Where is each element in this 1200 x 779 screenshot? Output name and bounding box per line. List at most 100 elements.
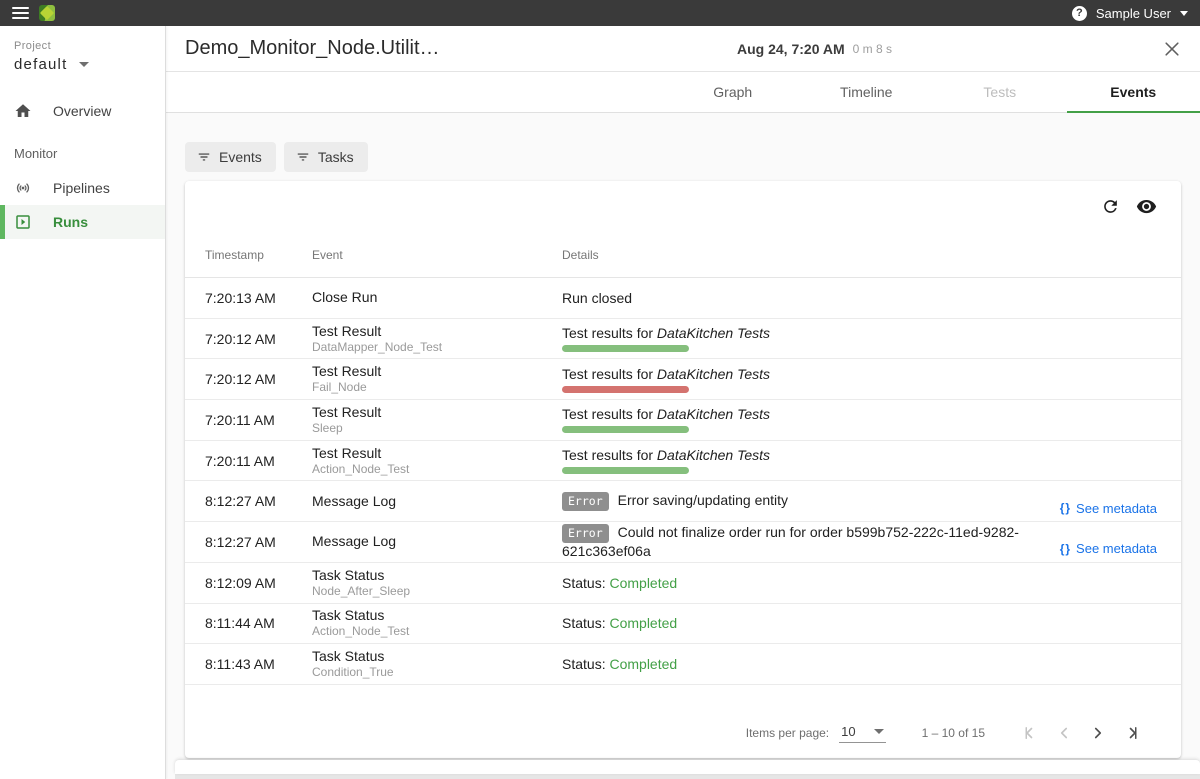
event-subname: DataMapper_Node_Test — [312, 340, 562, 354]
user-menu-caret-icon[interactable] — [1180, 11, 1188, 16]
help-icon[interactable]: ? — [1072, 6, 1087, 21]
test-suite-name: DataKitchen Tests — [657, 325, 770, 341]
cell-details: Test results for DataKitchen Tests — [562, 366, 1041, 393]
event-name: Message Log — [312, 494, 562, 509]
table-row: 7:20:11 AMTest ResultSleepTest results f… — [185, 400, 1181, 441]
filter-chip-label: Tasks — [318, 149, 354, 165]
broadcast-icon — [14, 179, 32, 197]
filter-chip-tasks[interactable]: Tasks — [284, 142, 368, 172]
see-metadata-link[interactable]: {}See metadata — [1060, 541, 1157, 556]
cell-event: Message Log — [312, 534, 562, 549]
visibility-eye-icon[interactable] — [1133, 193, 1159, 219]
sidebar-item-label: Pipelines — [53, 180, 110, 196]
test-suite-name: DataKitchen Tests — [657, 406, 770, 422]
cell-details: Status: Completed — [562, 615, 1041, 631]
event-name: Test Result — [312, 446, 562, 461]
sidebar-item-pipelines[interactable]: Pipelines — [0, 171, 165, 205]
details-text: Error saving/updating entity — [618, 492, 788, 508]
cell-details: Status: Completed — [562, 656, 1041, 672]
project-selector[interactable]: default — [14, 56, 151, 73]
tabbar: Graph Timeline Tests Events — [166, 72, 1200, 113]
items-per-page-value: 10 — [841, 724, 855, 739]
cell-event: Close Run — [312, 290, 562, 305]
tab-timeline[interactable]: Timeline — [800, 72, 934, 112]
event-name: Test Result — [312, 324, 562, 339]
project-caret-icon — [79, 62, 89, 67]
column-header-details: Details — [562, 248, 1041, 262]
test-result-text: Test results for DataKitchen Tests — [562, 447, 1041, 463]
cell-event: Test ResultSleep — [312, 405, 562, 435]
next-page-icon[interactable] — [1081, 716, 1115, 750]
refresh-icon[interactable] — [1097, 193, 1123, 219]
event-name: Test Result — [312, 364, 562, 379]
table-row: 8:12:27 AMMessage LogErrorCould not fina… — [185, 522, 1181, 563]
run-title: Demo_Monitor_Node.Utilit… — [185, 37, 440, 60]
table-header-row: Timestamp Event Details — [185, 233, 1181, 278]
items-per-page-select[interactable]: 10 — [839, 724, 885, 743]
cell-details: ErrorCould not finalize order run for or… — [562, 524, 1041, 559]
app-logo-icon[interactable] — [39, 5, 55, 21]
table-body: 7:20:13 AMClose RunRun closed7:20:12 AMT… — [185, 278, 1181, 685]
sidebar-section-monitor: Monitor — [14, 146, 165, 161]
event-subname: Action_Node_Test — [312, 624, 562, 638]
sidebar-item-label: Overview — [53, 103, 111, 119]
event-subname: Sleep — [312, 421, 562, 435]
cell-event: Test ResultFail_Node — [312, 364, 562, 394]
run-header: Demo_Monitor_Node.Utilit… Aug 24, 7:20 A… — [166, 26, 1200, 72]
table-row: 8:11:44 AMTask StatusAction_Node_TestSta… — [185, 604, 1181, 645]
home-icon — [14, 102, 32, 120]
sidebar-item-runs[interactable]: Runs — [0, 205, 165, 239]
cell-event: Message Log — [312, 494, 562, 509]
content-backdrop — [175, 774, 1200, 779]
column-header-timestamp: Timestamp — [205, 248, 312, 262]
status-label: Status: — [562, 656, 609, 672]
error-badge: Error — [562, 492, 609, 511]
table-row: 8:11:43 AMTask StatusCondition_TrueStatu… — [185, 644, 1181, 685]
sidebar: Project default Overview Monitor Pipelin… — [0, 26, 166, 779]
last-page-icon[interactable] — [1115, 716, 1149, 750]
user-menu-label[interactable]: Sample User — [1096, 6, 1171, 21]
cell-details: Test results for DataKitchen Tests — [562, 325, 1041, 352]
tab-events[interactable]: Events — [1067, 72, 1200, 112]
details-text: Could not finalize order run for order b… — [562, 525, 1019, 560]
test-suite-name: DataKitchen Tests — [657, 366, 770, 382]
see-metadata-label: See metadata — [1076, 501, 1157, 516]
event-name: Task Status — [312, 608, 562, 623]
cell-event: Test ResultAction_Node_Test — [312, 446, 562, 476]
event-name: Task Status — [312, 649, 562, 664]
column-header-event: Event — [312, 248, 562, 262]
close-icon[interactable] — [1162, 39, 1182, 59]
sidebar-item-overview[interactable]: Overview — [0, 94, 165, 128]
test-result-bar — [562, 386, 689, 393]
see-metadata-link[interactable]: {}See metadata — [1060, 501, 1157, 516]
sidebar-item-label: Runs — [53, 214, 88, 230]
status-label: Status: — [562, 615, 609, 631]
cell-timestamp: 7:20:12 AM — [205, 331, 312, 347]
test-result-text: Test results for DataKitchen Tests — [562, 406, 1041, 422]
run-date: Aug 24, 7:20 AM — [737, 41, 845, 57]
events-tab-content: Events Tasks Timestamp Event Details — [166, 114, 1200, 779]
test-result-text: Test results for DataKitchen Tests — [562, 366, 1041, 382]
cell-timestamp: 7:20:11 AM — [205, 453, 312, 469]
event-name: Close Run — [312, 290, 562, 305]
cell-timestamp: 8:12:27 AM — [205, 534, 312, 550]
filter-chip-events[interactable]: Events — [185, 142, 276, 172]
run-duration: 0 m 8 s — [853, 42, 892, 56]
cell-timestamp: 8:12:09 AM — [205, 575, 312, 591]
table-row: 7:20:12 AMTest ResultFail_NodeTest resul… — [185, 359, 1181, 400]
cell-details: Test results for DataKitchen Tests — [562, 406, 1041, 433]
cell-event: Task StatusNode_After_Sleep — [312, 568, 562, 598]
menu-icon[interactable] — [12, 7, 29, 19]
test-result-bar — [562, 426, 689, 433]
topbar: ? Sample User — [0, 0, 1200, 26]
events-table-card: Timestamp Event Details 7:20:13 AMClose … — [185, 181, 1181, 758]
test-result-text: Test results for DataKitchen Tests — [562, 325, 1041, 341]
select-caret-icon — [874, 729, 884, 734]
filter-chip-label: Events — [219, 149, 262, 165]
tab-graph[interactable]: Graph — [666, 72, 800, 112]
paginator: Items per page: 10 1 – 10 of 15 — [185, 708, 1181, 758]
event-name: Test Result — [312, 405, 562, 420]
table-row: 8:12:27 AMMessage LogErrorError saving/u… — [185, 481, 1181, 522]
filter-icon — [296, 150, 310, 164]
error-badge: Error — [562, 524, 609, 543]
